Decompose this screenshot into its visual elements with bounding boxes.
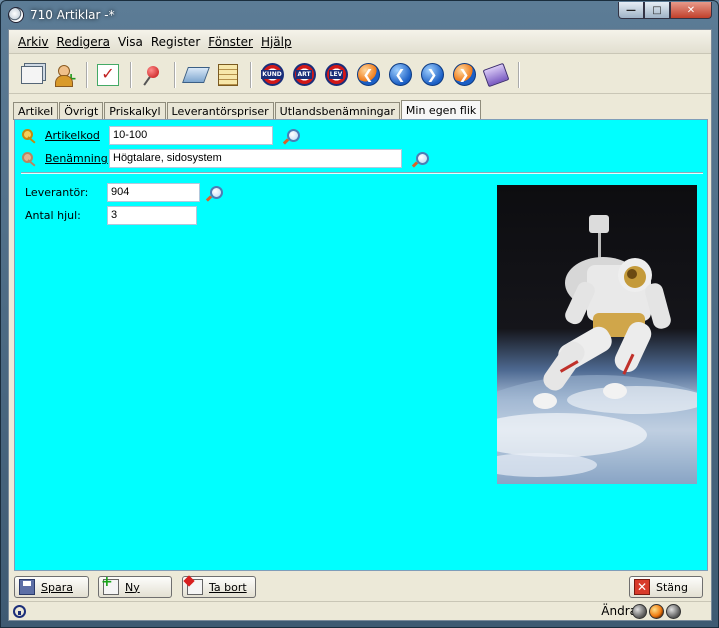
toolbar-separator	[250, 61, 252, 88]
divider	[21, 172, 703, 174]
pin-button[interactable]	[137, 60, 167, 90]
search-icon[interactable]	[282, 128, 300, 144]
status-lights	[630, 604, 681, 619]
lev-button[interactable]: LEV	[321, 60, 351, 90]
close-window-button[interactable]: ✕	[670, 2, 712, 19]
tab-strip: Artikel Övrigt Priskalkyl Leverantörspri…	[13, 100, 482, 120]
first-record-button[interactable]: ❮	[353, 60, 383, 90]
tab-min-egen-flik[interactable]: Min egen flik	[400, 100, 482, 120]
benamning-row: Benämning Högtalare, sidosystem	[21, 149, 429, 168]
art-icon: ART	[292, 63, 316, 86]
tab-leverantorspriser[interactable]: Leverantörspriser	[166, 102, 274, 120]
search-icon[interactable]	[205, 185, 223, 201]
checklist-button[interactable]: ✓	[93, 60, 123, 90]
kund-button[interactable]: KUND	[257, 60, 287, 90]
delete-icon	[187, 579, 203, 595]
save-button-label: Spara	[41, 580, 73, 594]
antal-hjul-label: Antal hjul:	[25, 209, 81, 222]
kund-icon: KUND	[260, 63, 284, 86]
status-light-icon	[632, 604, 647, 619]
art-button[interactable]: ART	[289, 60, 319, 90]
first-icon: ❮	[356, 63, 380, 86]
menu-register[interactable]: Register	[147, 35, 204, 49]
checklist-icon: ✓	[97, 63, 119, 86]
document-icon	[21, 65, 43, 84]
menu-arkiv[interactable]: Arkiv	[14, 35, 53, 49]
menu-fonster[interactable]: Fönster	[204, 35, 257, 49]
antal-hjul-field[interactable]: 3	[107, 206, 197, 225]
app-window: 710 Artiklar -* — □ ✕ Arkiv Redigera Vis…	[0, 0, 719, 628]
key-icon	[21, 128, 37, 144]
artikelkod-field[interactable]: 10-100	[109, 126, 273, 145]
search-icon[interactable]	[411, 151, 429, 167]
toolbar-separator	[518, 61, 520, 88]
tab-ovrigt[interactable]: Övrigt	[59, 102, 104, 120]
list-icon	[218, 63, 238, 86]
minimize-button[interactable]: —	[618, 2, 644, 19]
client-area: Arkiv Redigera Visa Register Fönster Hjä…	[8, 29, 712, 621]
pin-icon	[141, 64, 163, 86]
new-button-label: Ny	[125, 580, 140, 594]
astronaut-photo	[497, 185, 697, 484]
list-button[interactable]	[213, 60, 243, 90]
toolbar-separator	[174, 61, 176, 88]
notebook-icon	[482, 62, 510, 87]
lock-icon	[13, 604, 26, 618]
window-title: 710 Artiklar -*	[30, 8, 115, 22]
notebook-button[interactable]	[481, 60, 511, 90]
bottom-button-bar: Spara Ny Ta bort ✕ Stäng	[9, 574, 711, 602]
key-icon	[21, 151, 37, 167]
add-user-icon: +	[53, 64, 77, 87]
tab-utlandsbenamningar[interactable]: Utlandsbenämningar	[274, 102, 400, 120]
last-record-button[interactable]: ❯	[449, 60, 479, 90]
app-icon[interactable]	[8, 7, 24, 23]
menu-redigera[interactable]: Redigera	[53, 35, 114, 49]
antal-hjul-row: Antal hjul: 3	[25, 206, 197, 225]
status-light-icon	[666, 604, 681, 619]
lev-icon: LEV	[324, 63, 348, 86]
menu-bar: Arkiv Redigera Visa Register Fönster Hjä…	[9, 30, 711, 54]
maximize-button[interactable]: □	[644, 2, 670, 19]
toolbar-separator	[86, 61, 88, 88]
toolbar: + ✓ KUND ART LEV ❮ ❮ ❯ ❯	[9, 56, 711, 94]
artikelkod-label: Artikelkod	[45, 129, 100, 142]
delete-button-label: Ta bort	[209, 580, 247, 594]
previous-icon: ❮	[388, 63, 412, 86]
next-record-button[interactable]: ❯	[417, 60, 447, 90]
delete-button[interactable]: Ta bort	[182, 576, 256, 598]
tab-priskalkyl[interactable]: Priskalkyl	[104, 102, 166, 120]
benamning-field[interactable]: Högtalare, sidosystem	[109, 149, 402, 168]
toolbar-separator	[130, 61, 132, 88]
leverantor-field[interactable]: 904	[107, 183, 200, 202]
close-icon: ✕	[634, 579, 650, 595]
status-light-icon	[649, 604, 664, 619]
menu-hjalp[interactable]: Hjälp	[257, 35, 296, 49]
leverantor-row: Leverantör: 904	[25, 183, 223, 202]
save-icon	[19, 579, 35, 595]
tab-panel: Artikelkod 10-100 Benämning Högtalare, s…	[14, 119, 708, 571]
book-icon	[182, 66, 210, 83]
menu-visa[interactable]: Visa	[114, 35, 147, 49]
new-button[interactable]: Ny	[98, 574, 172, 598]
add-user-button[interactable]: +	[49, 60, 79, 90]
benamning-label: Benämning	[45, 152, 108, 165]
window-controls: — □ ✕	[618, 2, 712, 19]
last-icon: ❯	[452, 63, 476, 86]
leverantor-label: Leverantör:	[25, 186, 89, 199]
title-bar[interactable]: 710 Artiklar -* — □ ✕	[1, 1, 718, 29]
status-bar: Ändra	[9, 601, 711, 620]
save-button[interactable]: Spara	[14, 576, 89, 598]
next-icon: ❯	[420, 63, 444, 86]
book-button[interactable]	[181, 60, 211, 90]
new-icon	[101, 574, 119, 595]
previous-record-button[interactable]: ❮	[385, 60, 415, 90]
tab-artikel[interactable]: Artikel	[13, 102, 59, 120]
artikelkod-row: Artikelkod 10-100	[21, 126, 300, 145]
document-button[interactable]	[17, 60, 47, 90]
close-button[interactable]: ✕ Stäng	[629, 576, 703, 598]
close-button-label: Stäng	[656, 580, 688, 594]
